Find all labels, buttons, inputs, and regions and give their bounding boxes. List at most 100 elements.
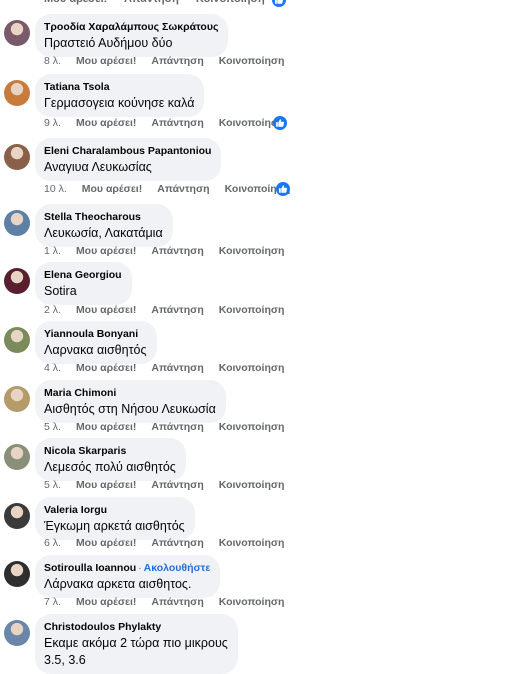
avatar[interactable] (4, 210, 30, 236)
commenter-name-text[interactable]: Christodoulos Phylakty (44, 621, 161, 633)
share-link[interactable]: Κοινοποίηση (196, 0, 265, 5)
share-link[interactable]: Κοινοποίηση (219, 55, 285, 67)
share-link[interactable]: Κοινοποίηση (219, 479, 285, 491)
like-link[interactable]: Μου αρέσει! (76, 596, 136, 608)
like-reaction-icon[interactable] (276, 182, 290, 196)
share-link[interactable]: Κοινοποίηση (219, 245, 285, 257)
like-link[interactable]: Μου αρέσει! (76, 304, 136, 316)
commenter-name-text[interactable]: Eleni Charalambous Papantoniou (44, 145, 211, 157)
avatar[interactable] (4, 327, 30, 353)
comment-text: Sotira (44, 284, 77, 298)
avatar[interactable] (4, 268, 30, 294)
avatar[interactable] (4, 80, 30, 106)
comment-timestamp[interactable]: 10 λ. (44, 183, 67, 195)
commenter-name-text[interactable]: Stella Theocharous (44, 211, 141, 223)
like-link[interactable]: Μου αρέσει! (76, 245, 136, 257)
commenter-name-text[interactable]: Yiannoula Bonyani (44, 328, 138, 340)
reply-link[interactable]: Απάντηση (151, 55, 203, 67)
comment-text: Έγκωμη αρκετά αισθητός (44, 519, 185, 533)
share-link[interactable]: Κοινοποίηση (219, 304, 285, 316)
comment-bubble: Sotiroulla Ioannou · Ακολουθήστε Λάρνακα αρ… (35, 555, 221, 598)
reply-link[interactable]: Απάντηση (151, 479, 203, 491)
comment-timestamp[interactable]: 1 λ. (44, 245, 61, 257)
commenter-name-text[interactable]: Τροοδία Χαραλάμπους Σωκράτους (44, 21, 218, 33)
comment-actions: 7 λ. Μου αρέσει! Απάντηση Κοινοποίηση (44, 596, 299, 608)
comment-bubble: Tatiana Tsola Γερμασογεια κούνησε καλά (35, 74, 205, 117)
comment-text: Λαρνακα αισθητός (44, 343, 147, 357)
like-link[interactable]: Μου αρέσει! (76, 117, 136, 129)
like-link[interactable]: Μου αρέσει! (76, 479, 136, 491)
reply-link[interactable]: Απάντηση (151, 421, 203, 433)
commenter-name-text[interactable]: Sotiroulla Ioannou (44, 562, 136, 574)
comment-text: Αναγιυα Λευκωσίας (44, 160, 152, 174)
commenter-name[interactable]: Christodoulos Phylakty (44, 620, 228, 634)
comment-bubble: Maria Chimoni Αισθητός στη Νήσου Λευκωσία (35, 380, 226, 423)
like-link[interactable]: Μου αρέσει! (76, 55, 136, 67)
commenter-name[interactable]: Elena Georgiou (44, 268, 122, 282)
comment-timestamp[interactable]: 5 λ. (44, 421, 61, 433)
like-link[interactable]: Μου αρέσει! (44, 0, 107, 5)
commenter-name[interactable]: Nicola Skarparis (44, 444, 176, 458)
comment-actions: 8 λ. Μου αρέσει! Απάντηση Κοινοποίηση (44, 55, 299, 67)
comment-actions: 5 λ. Μου αρέσει! Απάντηση Κοινοποίηση (44, 421, 299, 433)
comment-timestamp[interactable]: 6 λ. (44, 537, 61, 549)
reply-link[interactable]: Απάντηση (157, 183, 209, 195)
commenter-name[interactable]: Yiannoula Bonyani (44, 327, 147, 341)
comment-timestamp[interactable]: 9 λ. (44, 117, 61, 129)
share-link[interactable]: Κοινοποίηση (219, 362, 285, 374)
comment-bubble: Valeria Iorgu Έγκωμη αρκετά αισθητός (35, 497, 195, 540)
commenter-name-text[interactable]: Valeria Iorgu (44, 504, 107, 516)
avatar[interactable] (4, 444, 30, 470)
avatar[interactable] (4, 144, 30, 170)
avatar[interactable] (4, 620, 30, 646)
comment-bubble: Stella Theocharous Λευκωσία, Λακατάμια (35, 204, 173, 247)
share-link[interactable]: Κοινοποίηση (219, 537, 285, 549)
commenter-name-text[interactable]: Elena Georgiou (44, 269, 122, 281)
commenter-name[interactable]: Stella Theocharous (44, 210, 163, 224)
follow-link[interactable]: Ακολουθήστε (144, 562, 211, 574)
comment-timestamp[interactable]: 2 λ. (44, 304, 61, 316)
avatar[interactable] (4, 503, 30, 529)
comment-text: Εκαμε ακόμα 2 τώρα πιο μικρους (44, 636, 228, 650)
like-link[interactable]: Μου αρέσει! (76, 362, 136, 374)
comment-text: Λεμεσός πολύ αισθητός (44, 460, 176, 474)
comment-actions: 6 λ. Μου αρέσει! Απάντηση Κοινοποίηση (44, 537, 299, 549)
comment-bubble: Τροοδία Χαραλάμπους Σωκράτους Πραστειό Αυ… (35, 14, 229, 57)
reply-link[interactable]: Απάντηση (151, 245, 203, 257)
reply-link[interactable]: Απάντηση (151, 362, 203, 374)
avatar[interactable] (4, 561, 30, 587)
commenter-name[interactable]: Tatiana Tsola (44, 80, 194, 94)
comment-actions: 4 λ. Μου αρέσει! Απάντηση Κοινοποίηση (44, 362, 299, 374)
comment-text: Λάρνακα αρκετα αισθητος. (44, 577, 192, 591)
like-reaction-icon[interactable] (273, 116, 287, 130)
commenter-name[interactable]: Sotiroulla Ioannou · Ακολουθήστε (44, 561, 210, 575)
share-link[interactable]: Κοινοποίηση (219, 421, 285, 433)
comment-actions: 1 λ. Μου αρέσει! Απάντηση Κοινοποίηση (44, 245, 299, 257)
comment-timestamp[interactable]: 7 λ. (44, 596, 61, 608)
comment-bubble: Elena Georgiou Sotira (35, 262, 132, 305)
avatar[interactable] (4, 20, 30, 46)
commenter-name-text[interactable]: Nicola Skarparis (44, 445, 126, 457)
reply-link[interactable]: Απάντηση (151, 537, 203, 549)
commenter-name-text[interactable]: Maria Chimoni (44, 387, 116, 399)
commenter-name[interactable]: Τροοδία Χαραλάμπους Σωκράτους (44, 20, 218, 34)
like-link[interactable]: Μου αρέσει! (76, 421, 136, 433)
commenter-name[interactable]: Maria Chimoni (44, 386, 216, 400)
reply-link[interactable]: Απάντηση (124, 0, 179, 5)
share-link[interactable]: Κοινοποίηση (219, 596, 285, 608)
commenter-name-text[interactable]: Tatiana Tsola (44, 81, 110, 93)
comment-timestamp[interactable]: 5 λ. (44, 479, 61, 491)
comment-text-line2: 3.5, 3.6 (44, 653, 86, 667)
like-link[interactable]: Μου αρέσει! (76, 537, 136, 549)
comment-timestamp[interactable]: 8 λ. (44, 55, 61, 67)
comment-actions: 10 λ. Μου αρέσει! Απάντηση Κοινοποίηση (44, 183, 305, 195)
reply-link[interactable]: Απάντηση (151, 304, 203, 316)
avatar[interactable] (4, 386, 30, 412)
reply-link[interactable]: Απάντηση (151, 596, 203, 608)
commenter-name[interactable]: Valeria Iorgu (44, 503, 185, 517)
like-link[interactable]: Μου αρέσει! (82, 183, 142, 195)
commenter-name[interactable]: Eleni Charalambous Papantoniou (44, 144, 211, 158)
comment-timestamp[interactable]: 4 λ. (44, 362, 61, 374)
reply-link[interactable]: Απάντηση (151, 117, 203, 129)
comment-text: Γερμασογεια κούνησε καλά (44, 96, 195, 110)
